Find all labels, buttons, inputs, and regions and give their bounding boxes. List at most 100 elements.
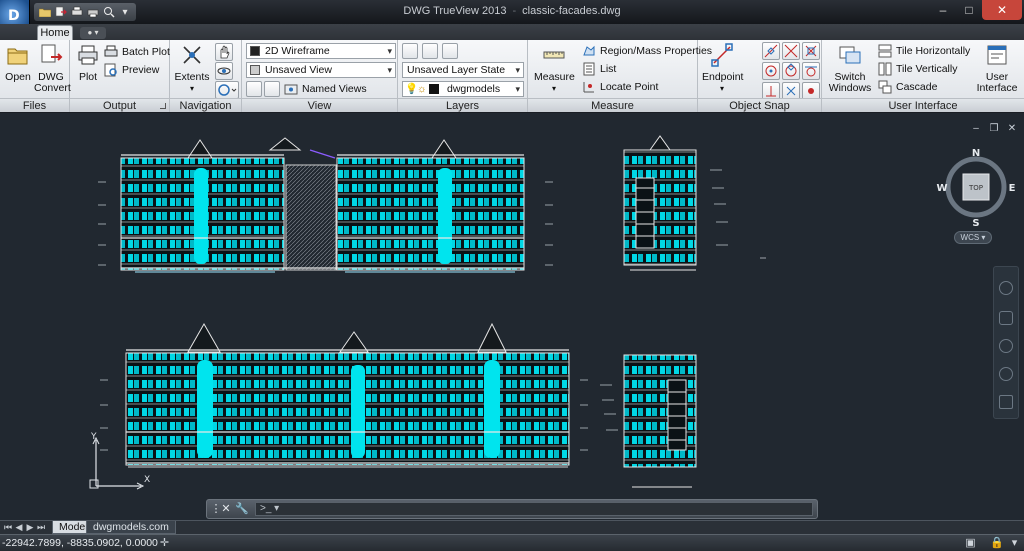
crosshair-icon[interactable]: ✛ bbox=[158, 537, 171, 550]
panel-user-interface-label: User Interface bbox=[822, 98, 1024, 112]
extents-button[interactable]: Extents ▾ bbox=[174, 43, 210, 94]
convert-icon[interactable] bbox=[54, 5, 68, 19]
command-line-close-icon[interactable]: ✕ bbox=[219, 502, 233, 516]
named-views-button[interactable]: Named Views bbox=[284, 81, 367, 97]
tile-vertically-icon bbox=[878, 62, 892, 76]
region-mass-button[interactable]: Region/Mass Properties bbox=[582, 43, 712, 59]
toolbar-lock-icon[interactable]: 🔒 bbox=[990, 537, 1004, 550]
locate-point-button[interactable]: Locate Point bbox=[582, 79, 658, 95]
quadrant-snap-icon[interactable] bbox=[782, 62, 800, 80]
extents-label: Extents bbox=[174, 71, 210, 83]
viewcube-face-top[interactable]: TOP bbox=[968, 184, 983, 192]
measure-label: Measure bbox=[534, 71, 575, 83]
panel-measure-label: Measure bbox=[528, 98, 697, 112]
app-logo-icon: D bbox=[8, 8, 20, 24]
measure-button[interactable]: Measure ▾ bbox=[534, 43, 575, 94]
layer-state-dropdown[interactable]: Unsaved Layer State bbox=[402, 62, 524, 78]
plot-icon[interactable] bbox=[70, 5, 84, 19]
facade-lower-front bbox=[125, 322, 570, 468]
panel-navigation: Extents ▾ Navigation bbox=[170, 40, 242, 112]
endpoint-dropdown-icon[interactable]: ▾ bbox=[702, 83, 742, 94]
layer-properties-icon[interactable] bbox=[402, 43, 418, 59]
compass-south[interactable]: S bbox=[972, 218, 979, 229]
previous-layout-icon[interactable]: ◀ bbox=[14, 522, 24, 533]
steering-wheel-nav-icon[interactable] bbox=[999, 281, 1013, 295]
midpoint-snap-icon[interactable] bbox=[762, 42, 780, 60]
display-settings-icon[interactable]: ▣ bbox=[964, 537, 977, 550]
batch-plot-button[interactable]: Batch Plot bbox=[104, 44, 170, 60]
facade-upper-front bbox=[120, 137, 525, 273]
list-button[interactable]: List bbox=[582, 61, 616, 77]
viewport-restore-icon[interactable]: ❐ bbox=[988, 123, 1000, 135]
panel-object-snap-label: Object Snap bbox=[698, 98, 821, 112]
pan-realtime-icon[interactable] bbox=[102, 5, 116, 19]
apparent-intersection-snap-icon[interactable] bbox=[802, 42, 820, 60]
layer-previous-icon[interactable] bbox=[422, 43, 438, 59]
tile-horizontally-button[interactable]: Tile Horizontally bbox=[878, 43, 970, 59]
command-input[interactable]: >_ ▾ bbox=[255, 502, 813, 516]
panel-output-launcher-icon[interactable] bbox=[160, 103, 166, 109]
center-snap-icon[interactable] bbox=[762, 62, 780, 80]
panel-output-label: Output bbox=[70, 98, 169, 112]
zoom-nav-icon[interactable] bbox=[999, 339, 1013, 353]
saved-view-dropdown[interactable]: Unsaved View bbox=[246, 62, 396, 78]
dwg-trueview-window: – □ ✕ DWG TrueView 2013- classic-facades.… bbox=[0, 0, 1024, 551]
showmotion-nav-icon[interactable] bbox=[999, 395, 1013, 409]
panel-layers-label: Layers bbox=[398, 98, 527, 112]
preview-button[interactable]: Preview bbox=[104, 62, 159, 78]
compass-west[interactable]: W bbox=[936, 183, 947, 194]
layer-color-swatch-icon bbox=[429, 84, 439, 94]
measure-dropdown-icon[interactable]: ▾ bbox=[534, 83, 574, 94]
statusbar-menu-icon[interactable]: ▾ bbox=[1008, 537, 1021, 550]
drawing-canvas[interactable]: Y X – ❐ ✕ bbox=[0, 113, 1024, 520]
intersection-snap-icon[interactable] bbox=[782, 42, 800, 60]
preview-icon bbox=[104, 63, 117, 77]
open-button[interactable]: Open bbox=[4, 43, 32, 83]
user-interface-button[interactable]: User Interface bbox=[974, 43, 1020, 94]
switch-windows-button[interactable]: Switch Windows bbox=[826, 43, 874, 94]
orbit-icon[interactable] bbox=[215, 62, 233, 80]
panel-object-snap: Endpoint ▾ Object Snap bbox=[698, 40, 822, 112]
viewport-controls: – ❐ ✕ bbox=[970, 123, 1018, 135]
plot-button[interactable]: Plot bbox=[74, 43, 102, 83]
layer-isolate-icon[interactable] bbox=[442, 43, 458, 59]
tangent-snap-icon[interactable] bbox=[802, 62, 820, 80]
tile-vertically-button[interactable]: Tile Vertically bbox=[878, 61, 957, 77]
pan-nav-icon[interactable] bbox=[999, 311, 1013, 325]
visual-style-dropdown[interactable]: 2D Wireframe bbox=[246, 43, 396, 59]
batch-plot-icon[interactable] bbox=[86, 5, 100, 19]
locate-point-label: Locate Point bbox=[600, 81, 659, 93]
current-layer-dropdown[interactable]: 💡 ☼ dwgmodels bbox=[402, 81, 524, 97]
open-folder-icon[interactable] bbox=[38, 5, 52, 19]
command-line-settings-icon[interactable]: 🔧 bbox=[235, 502, 249, 516]
viewport-close-icon[interactable]: ✕ bbox=[1006, 123, 1018, 135]
extents-dropdown-icon[interactable]: ▾ bbox=[174, 83, 210, 94]
tile-vertically-label: Tile Vertically bbox=[896, 63, 958, 75]
cube-side-icon[interactable] bbox=[264, 81, 280, 97]
tab-dwgmodels[interactable]: dwgmodels.com bbox=[86, 521, 176, 534]
endpoint-button[interactable]: Endpoint ▾ bbox=[702, 43, 743, 94]
tab-display-options-icon[interactable]: ● ▾ bbox=[80, 27, 106, 39]
first-layout-icon[interactable]: ⏮ bbox=[3, 522, 13, 533]
dwg-convert-button[interactable]: DWG Convert bbox=[34, 43, 71, 94]
facade-upper-side bbox=[623, 135, 697, 271]
panel-user-interface: Switch Windows Tile Horizontally Tile Ve… bbox=[822, 40, 1024, 112]
cube-front-icon[interactable] bbox=[246, 81, 262, 97]
tab-home[interactable]: Home bbox=[37, 25, 73, 40]
next-layout-icon[interactable]: ▶ bbox=[25, 522, 35, 533]
locate-point-icon bbox=[583, 82, 594, 93]
orbit-nav-icon[interactable] bbox=[999, 367, 1013, 381]
panel-navigation-label: Navigation bbox=[170, 98, 241, 112]
compass-north[interactable]: N bbox=[972, 148, 980, 159]
last-layout-icon[interactable]: ⏭ bbox=[36, 522, 46, 533]
steering-wheel-icon[interactable] bbox=[215, 81, 239, 99]
compass-east[interactable]: E bbox=[1009, 183, 1016, 194]
wcs-menu[interactable]: WCS ▾ bbox=[954, 231, 992, 244]
cascade-button[interactable]: Cascade bbox=[878, 79, 937, 95]
qat-dropdown-icon[interactable]: ▾ bbox=[118, 5, 132, 19]
pan-hand-icon[interactable] bbox=[215, 43, 233, 61]
viewcube[interactable]: N S E W TOP bbox=[936, 147, 1016, 229]
app-title: DWG TrueView 2013 bbox=[403, 5, 507, 17]
viewport-minimize-icon[interactable]: – bbox=[970, 123, 982, 135]
layout-tabs-bar: ⏮ ◀ ▶ ⏭ Model dwgmodels.com bbox=[0, 520, 1024, 534]
